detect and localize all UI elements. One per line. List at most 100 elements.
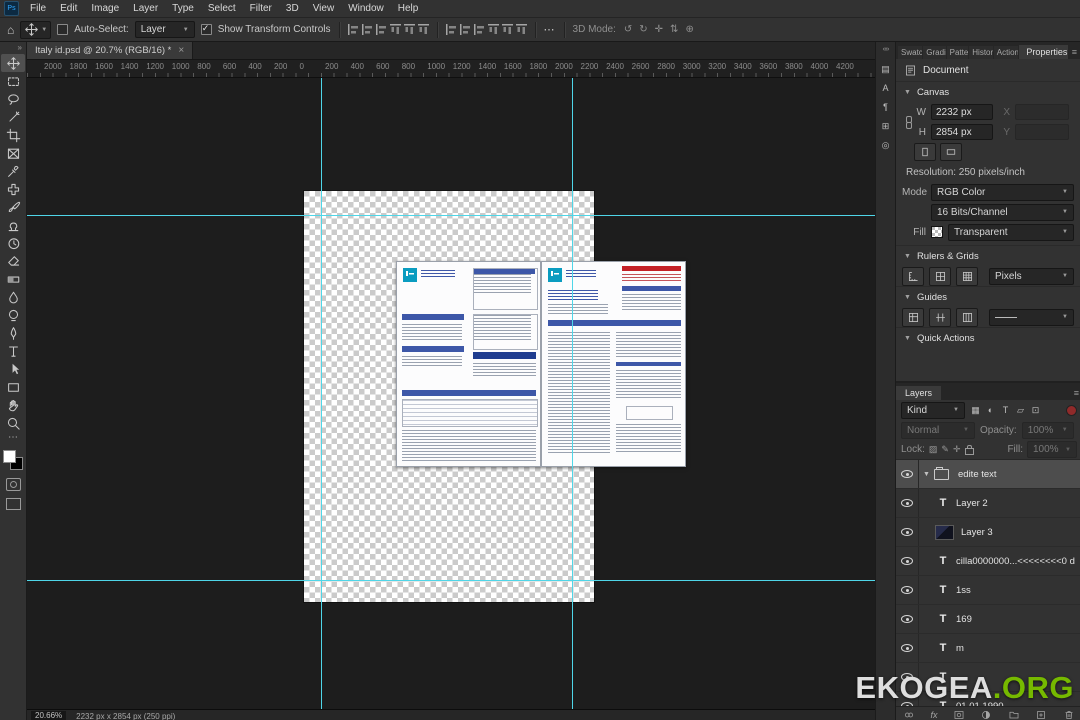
3d-zoom-camera-icon[interactable]: ⊕ xyxy=(683,24,695,35)
new-group-icon[interactable] xyxy=(1008,709,1020,720)
filter-shape-layers-icon[interactable]: ▱ xyxy=(1014,405,1027,416)
menu-window[interactable]: Window xyxy=(341,3,391,14)
link-dimensions-icon[interactable] xyxy=(905,115,912,129)
menu-view[interactable]: View xyxy=(306,3,342,14)
rectangle-tool[interactable] xyxy=(1,378,25,396)
edit-toolbar-icon[interactable]: ⋯ xyxy=(8,432,18,446)
new-adjustment-layer-icon[interactable] xyxy=(980,709,992,720)
menu-image[interactable]: Image xyxy=(84,3,126,14)
quick-actions-section-header[interactable]: ▼ Quick Actions xyxy=(896,327,1080,348)
lock-image-pixels-icon[interactable]: ✎ xyxy=(941,444,949,455)
lasso-tool[interactable] xyxy=(1,90,25,108)
clone-source-panel-icon[interactable]: ◎ xyxy=(882,140,890,150)
history-brush-tool[interactable] xyxy=(1,234,25,252)
new-layer-icon[interactable] xyxy=(1035,709,1047,720)
quick-mask-icon[interactable] xyxy=(5,478,21,491)
document-tab[interactable]: Italy id.psd @ 20.7% (RGB/16) * × xyxy=(27,42,194,59)
tab-swatc[interactable]: Swatc xyxy=(898,46,923,59)
frame-tool[interactable] xyxy=(1,144,25,162)
3d-slide-camera-icon[interactable]: ⇅ xyxy=(668,24,680,35)
info-panel-icon[interactable]: ▤ xyxy=(881,64,890,74)
vertical-guide[interactable] xyxy=(572,78,573,709)
filter-kind-dropdown[interactable]: Kind ▼ xyxy=(901,401,965,419)
more-options-icon[interactable]: ⋯ xyxy=(544,23,556,36)
gradient-tool[interactable] xyxy=(1,270,25,288)
menu-edit[interactable]: Edit xyxy=(53,3,84,14)
clone-stamp-tool[interactable] xyxy=(1,216,25,234)
width-field[interactable]: 2232 px xyxy=(931,104,993,120)
toggle-rulers-icon[interactable] xyxy=(902,266,924,286)
foreground-color-swatch[interactable] xyxy=(3,450,16,463)
home-icon[interactable]: ⌂ xyxy=(7,23,14,37)
layer-row[interactable]: T 169 xyxy=(896,605,1080,634)
blur-tool[interactable] xyxy=(1,288,25,306)
layer-effects-icon[interactable]: fx xyxy=(930,710,937,720)
filter-pixel-layers-icon[interactable]: ▦ xyxy=(969,405,982,416)
auto-select-checkbox[interactable] xyxy=(57,24,69,35)
layer-row[interactable]: T 1ss xyxy=(896,576,1080,605)
spot-healing-brush-tool[interactable] xyxy=(1,180,25,198)
visibility-toggle[interactable] xyxy=(896,547,919,575)
tab-layers[interactable]: Layers xyxy=(896,386,942,400)
height-field[interactable]: 2854 px xyxy=(931,124,993,140)
add-layer-mask-icon[interactable] xyxy=(953,709,965,720)
close-tab-icon[interactable]: × xyxy=(178,45,184,56)
horizontal-guide[interactable] xyxy=(27,215,875,216)
canvas-fill-dropdown[interactable]: Transparent ▼ xyxy=(948,223,1074,241)
landscape-orientation-button[interactable] xyxy=(940,143,962,161)
tab-gradi[interactable]: Gradi xyxy=(923,46,946,59)
color-mode-dropdown[interactable]: RGB Color ▼ xyxy=(931,183,1074,201)
color-swatches[interactable] xyxy=(3,450,23,470)
3d-pan-camera-icon[interactable]: ✛ xyxy=(653,24,665,35)
panel-menu-icon[interactable]: ≡ xyxy=(1069,47,1080,59)
align-bottom-icon[interactable] xyxy=(417,24,429,35)
filter-toggle-icon[interactable] xyxy=(1066,404,1077,416)
expand-panels-icon[interactable]: «» xyxy=(883,45,890,55)
delete-layer-icon[interactable] xyxy=(1063,709,1075,720)
align-left-icon[interactable] xyxy=(347,24,359,35)
crop-tool[interactable] xyxy=(1,126,25,144)
layer-row[interactable]: Layer 3 xyxy=(896,518,1080,547)
portrait-orientation-button[interactable] xyxy=(914,143,936,161)
filter-adjustment-layers-icon[interactable]: ◐ xyxy=(984,405,997,416)
type-tool[interactable] xyxy=(1,342,25,360)
menu-file[interactable]: File xyxy=(23,3,53,14)
menu-type[interactable]: Type xyxy=(165,3,201,14)
lock-guides-icon[interactable] xyxy=(929,307,951,327)
distribute-center-horizontal-icon[interactable] xyxy=(459,24,471,35)
canvas-section-header[interactable]: ▼ Canvas xyxy=(896,81,1080,102)
distribute-right-icon[interactable] xyxy=(473,24,485,35)
character-panel-icon[interactable]: A xyxy=(882,83,888,93)
rectangular-marquee-tool[interactable] xyxy=(1,72,25,90)
lock-all-icon[interactable] xyxy=(964,444,974,455)
tab-patte[interactable]: Patte xyxy=(946,46,969,59)
distribute-left-icon[interactable] xyxy=(445,24,457,35)
eyedropper-tool[interactable] xyxy=(1,162,25,180)
ruler-units-dropdown[interactable]: Pixels ▼ xyxy=(989,267,1074,285)
snap-icon[interactable] xyxy=(956,266,978,286)
lock-transparent-pixels-icon[interactable]: ▨ xyxy=(929,444,938,455)
collapse-tools-icon[interactable]: » xyxy=(18,42,26,54)
dodge-tool[interactable] xyxy=(1,306,25,324)
show-transform-checkbox[interactable] xyxy=(200,23,212,35)
align-right-icon[interactable] xyxy=(375,24,387,35)
panel-menu-icon[interactable]: ≡ xyxy=(1071,388,1080,400)
tab-histor[interactable]: Histor xyxy=(969,46,993,59)
rulers-grids-section-header[interactable]: ▼ Rulers & Grids xyxy=(896,245,1080,266)
visibility-toggle[interactable] xyxy=(896,605,919,633)
path-selection-tool[interactable] xyxy=(1,360,25,378)
hand-tool[interactable] xyxy=(1,396,25,414)
tab-action[interactable]: Action xyxy=(993,46,1019,59)
auto-select-target-dropdown[interactable]: Layer ▼ xyxy=(134,21,195,38)
current-tool-button[interactable]: ▼ xyxy=(20,20,52,39)
layer-row[interactable]: ▼ edite text xyxy=(896,460,1080,489)
opacity-dropdown[interactable]: 100% ▼ xyxy=(1021,421,1074,439)
align-middle-vertical-icon[interactable] xyxy=(403,24,415,35)
brush-tool[interactable] xyxy=(1,198,25,216)
toggle-grid-icon[interactable] xyxy=(929,266,951,286)
link-layers-icon[interactable] xyxy=(903,709,915,720)
clear-guides-icon[interactable] xyxy=(956,307,978,327)
filter-type-layers-icon[interactable]: T xyxy=(999,405,1012,416)
menu-filter[interactable]: Filter xyxy=(243,3,279,14)
layer-row[interactable]: Tm xyxy=(896,634,1080,663)
